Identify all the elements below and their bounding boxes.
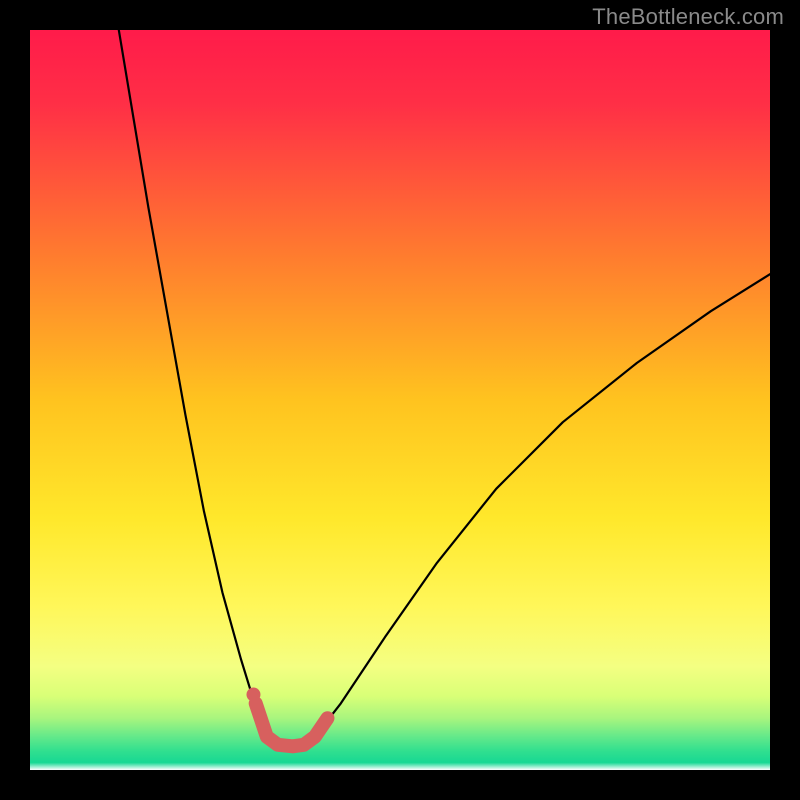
watermark-text: TheBottleneck.com	[592, 4, 784, 30]
chart-stage: TheBottleneck.com	[0, 0, 800, 800]
gradient-bg-rect	[30, 30, 770, 770]
accent-dot-icon	[246, 688, 260, 702]
plot-svg	[30, 30, 770, 770]
plot-area	[30, 30, 770, 770]
